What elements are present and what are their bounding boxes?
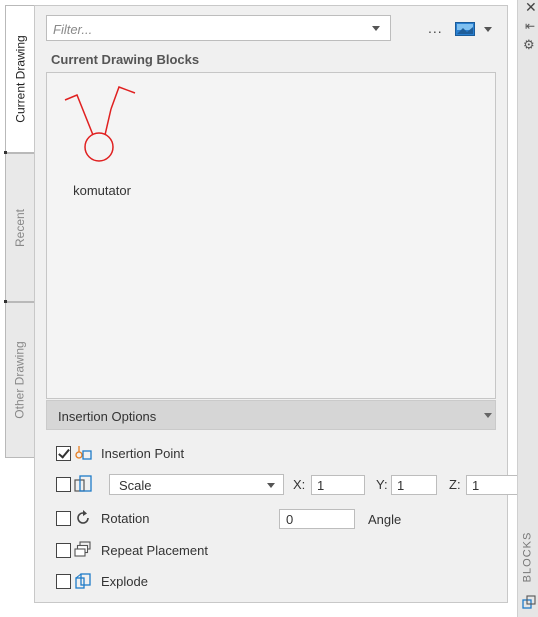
view-dropdown-chevron-icon[interactable] [484,27,492,32]
rotation-label: Rotation [101,510,150,526]
explode-checkbox[interactable] [56,573,71,589]
scale-y-input[interactable]: 1 [391,475,437,495]
tab-divider [4,151,7,154]
scale-y-label: Y: [376,477,388,492]
properties-icon[interactable]: ⚙ [523,37,535,53]
rotation-angle-input[interactable]: 0 [279,509,355,529]
scale-checkbox[interactable] [56,476,71,492]
explode-icon [75,573,91,589]
tab-current-drawing-label: Current Drawing [13,35,28,123]
tab-recent-label: Recent [13,208,27,247]
scale-mode-dropdown[interactable]: Scale [109,474,284,495]
blocks-panel: ... Current Drawing Blocks komutator Ins… [34,5,522,603]
tab-current-drawing[interactable]: Current Drawing [5,5,35,153]
palette-title: BLOCKS [518,522,536,592]
rotate-icon [77,510,89,524]
scale-z-input[interactable]: 1 [466,475,522,495]
browse-button[interactable]: ... [428,20,443,36]
filter-box[interactable] [46,15,391,42]
filter-input[interactable] [47,16,359,42]
repeat-placement-option: Repeat Placement [56,540,208,560]
scale-dropdown-chevron-icon [267,483,275,488]
insertion-point-option: Insertion Point [56,443,184,463]
switch-symbol-icon [64,86,136,162]
scale-x-label: X: [293,477,306,492]
close-icon[interactable]: ✕ [525,0,537,16]
insertion-point-icon [75,446,92,460]
scale-mode-value: Scale [119,478,152,493]
explode-option: Explode [56,571,148,591]
tab-divider [4,300,7,303]
blocks-palette-icon [522,595,536,609]
scale-x-input[interactable]: 1 [311,475,365,495]
auto-hide-icon[interactable]: ⇤ [525,19,535,33]
scale-z-label: Z: [449,477,461,492]
angle-label: Angle [368,512,402,527]
scale-option [56,474,92,494]
block-thumbnail[interactable]: komutator [57,85,147,198]
explode-label: Explode [101,573,148,589]
rotation-checkbox[interactable] [56,510,71,526]
scale-icon [74,475,92,492]
rotation-option: Rotation [56,508,149,528]
insertion-options-header[interactable]: Insertion Options [46,400,496,430]
section-title: Current Drawing Blocks [51,52,200,67]
palette-title-label: BLOCKS [521,531,534,583]
insertion-point-checkbox[interactable] [56,445,71,461]
filter-dropdown-chevron-icon[interactable] [372,26,380,31]
insertion-options-title: Insertion Options [58,409,157,424]
thumbnail-view-icon[interactable] [455,22,475,36]
tab-other-drawing[interactable]: Other Drawing [5,302,35,458]
collapse-chevron-icon[interactable] [484,413,492,418]
tab-other-drawing-label: Other Drawing [13,341,27,419]
repeat-placement-checkbox[interactable] [56,542,71,558]
blocks-gallery: komutator [46,72,496,399]
tab-recent[interactable]: Recent [5,153,35,302]
insertion-point-label: Insertion Point [101,445,185,461]
repeat-placement-icon [74,541,91,557]
block-name: komutator [73,183,131,198]
repeat-placement-label: Repeat Placement [101,542,208,558]
